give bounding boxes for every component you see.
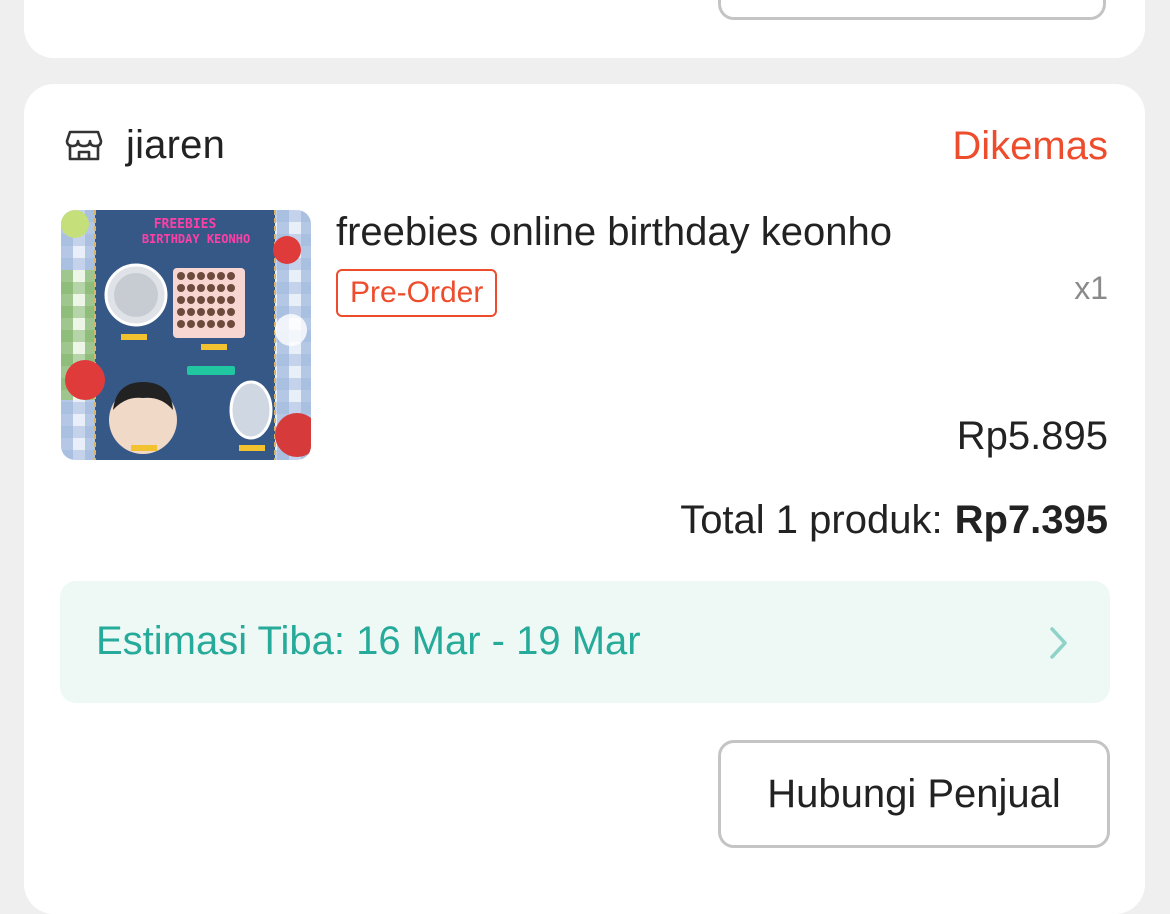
previous-order-card [24, 0, 1145, 58]
shop-name: jiaren [126, 122, 226, 167]
eta-text: Estimasi Tiba: 16 Mar - 19 Mar [96, 619, 641, 663]
product-price: Rp5.895 [956, 414, 1108, 458]
svg-text:FREEBIES: FREEBIES [154, 217, 217, 232]
total-label: Total 1 produk: [680, 498, 943, 542]
svg-text:BIRTHDAY KEONHO: BIRTHDAY KEONHO [142, 232, 250, 246]
product-title[interactable]: freebies online birthday keonho [336, 210, 892, 255]
order-status: Dikemas [952, 124, 1108, 168]
order-total: Total 1 produk: Rp7.395 [680, 498, 1108, 543]
preorder-badge: Pre-Order [336, 269, 498, 317]
delivery-estimate[interactable]: Estimasi Tiba: 16 Mar - 19 Mar [60, 581, 1110, 703]
shop-header[interactable]: jiaren [64, 122, 225, 168]
product-quantity: x1 [1074, 270, 1108, 306]
contact-seller-button[interactable]: Hubungi Penjual [718, 740, 1110, 848]
previous-order-button[interactable] [718, 0, 1106, 20]
product-thumbnail[interactable]: FREEBIES BIRTHDAY KEONHO [61, 210, 311, 460]
total-amount: Rp7.395 [954, 498, 1108, 542]
store-icon [65, 130, 103, 161]
chevron-right-icon [1050, 627, 1067, 659]
order-card: jiaren Dikemas FREEBIES BIRTHDAY KEONHO … [24, 84, 1145, 914]
